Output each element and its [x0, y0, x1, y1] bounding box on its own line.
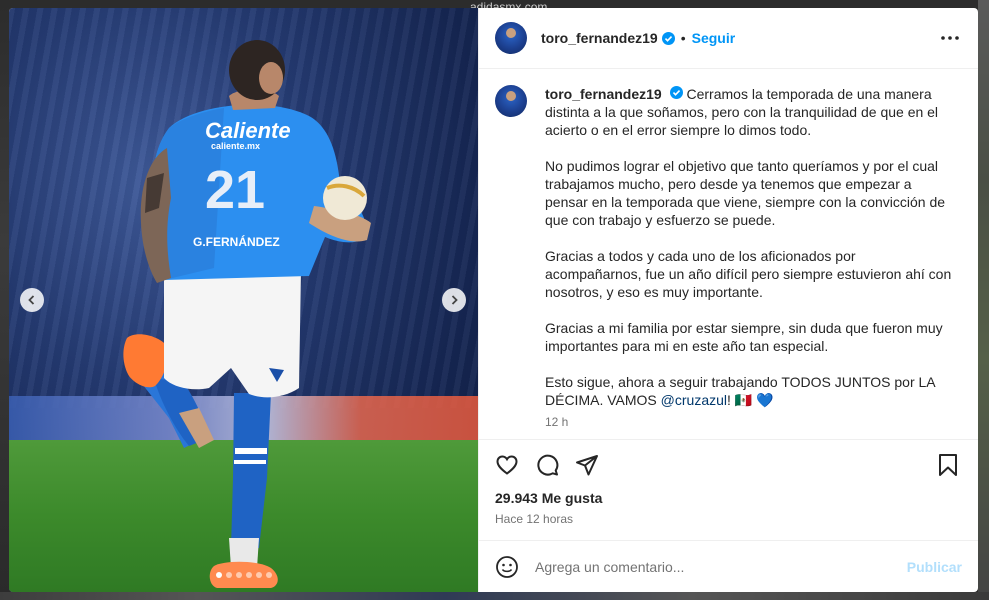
- separator-dot: •: [680, 30, 686, 46]
- caption-area[interactable]: toro_fernandez19 Cerramos la temporada d…: [479, 69, 978, 440]
- likes-count[interactable]: 29.943 Me gusta: [479, 490, 978, 510]
- carousel-indicator: [9, 572, 478, 578]
- comment-button[interactable]: [533, 451, 561, 479]
- caption-paragraph-2: No pudimos lograr el objetivo que tanto …: [545, 158, 946, 228]
- post-header: toro_fernandez19 • Seguir: [479, 8, 978, 69]
- caption-body: toro_fernandez19 Cerramos la temporada d…: [545, 85, 955, 431]
- chevron-left-icon: [28, 295, 35, 305]
- caption-paragraph-5: Esto sigue, ahora a seguir trabajando TO…: [545, 373, 955, 409]
- post-details-panel: toro_fernandez19 • Seguir toro_fernandez…: [478, 8, 978, 592]
- verified-badge-icon: [669, 86, 683, 99]
- more-options-icon: [941, 36, 959, 40]
- post-actions: [479, 440, 978, 490]
- background-thumbnails-bottom: [0, 592, 989, 600]
- post-media[interactable]: Caliente caliente.mx 21 G.FERNÁNDEZ: [9, 8, 478, 592]
- jersey-name: G.FERNÁNDEZ: [193, 234, 280, 249]
- carousel-dot: [235, 572, 242, 578]
- background-thumbnails-right: [978, 0, 989, 600]
- carousel-dot: [215, 572, 222, 578]
- caption-avatar[interactable]: [495, 85, 527, 117]
- post-modal: Caliente caliente.mx 21 G.FERNÁNDEZ toro…: [9, 8, 978, 592]
- share-icon: [576, 455, 598, 476]
- caption-paragraph-1: toro_fernandez19 Cerramos la temporada d…: [545, 85, 955, 139]
- emoji-icon: [496, 555, 518, 578]
- post-timestamp: Hace 12 horas: [495, 512, 574, 526]
- carousel-dot: [225, 572, 232, 578]
- carousel-dot: [255, 572, 262, 578]
- publish-button[interactable]: Publicar: [907, 559, 962, 575]
- follow-button[interactable]: Seguir: [692, 30, 736, 46]
- comment-bar: Publicar: [479, 540, 978, 592]
- previous-image-button[interactable]: [20, 288, 44, 312]
- player-photo: Caliente caliente.mx 21 G.FERNÁNDEZ: [123, 40, 371, 588]
- comment-icon: [537, 454, 559, 476]
- carousel-dot: [265, 572, 272, 578]
- avatar[interactable]: [495, 22, 527, 54]
- jersey-sponsor-url: caliente.mx: [211, 141, 260, 151]
- header-username[interactable]: toro_fernandez19: [541, 30, 658, 46]
- jersey-number: 21: [205, 160, 265, 220]
- caption: toro_fernandez19 Cerramos la temporada d…: [495, 85, 962, 431]
- carousel-dot: [245, 572, 252, 578]
- save-button[interactable]: [934, 451, 962, 479]
- bookmark-icon: [939, 454, 957, 476]
- emoji-button[interactable]: [495, 555, 519, 579]
- mention-link[interactable]: @cruzazul: [661, 392, 727, 408]
- comment-input[interactable]: [535, 558, 907, 575]
- caption-timestamp[interactable]: 12 h: [545, 413, 955, 431]
- jersey-sponsor: Caliente: [205, 118, 291, 143]
- like-button[interactable]: [493, 451, 521, 479]
- chevron-right-icon: [451, 295, 458, 305]
- more-options-button[interactable]: [938, 26, 962, 50]
- caption-paragraph-4: Gracias a mi familia por estar siempre, …: [545, 320, 943, 354]
- caption-paragraph-3: Gracias a todos y cada uno de los aficio…: [545, 248, 952, 300]
- verified-badge-icon: [661, 31, 675, 45]
- caption-text-5-end: ! 🇲🇽 💙: [727, 392, 774, 408]
- heart-icon: [496, 455, 518, 475]
- next-image-button[interactable]: [442, 288, 466, 312]
- share-button[interactable]: [573, 451, 601, 479]
- caption-username[interactable]: toro_fernandez19: [545, 86, 662, 102]
